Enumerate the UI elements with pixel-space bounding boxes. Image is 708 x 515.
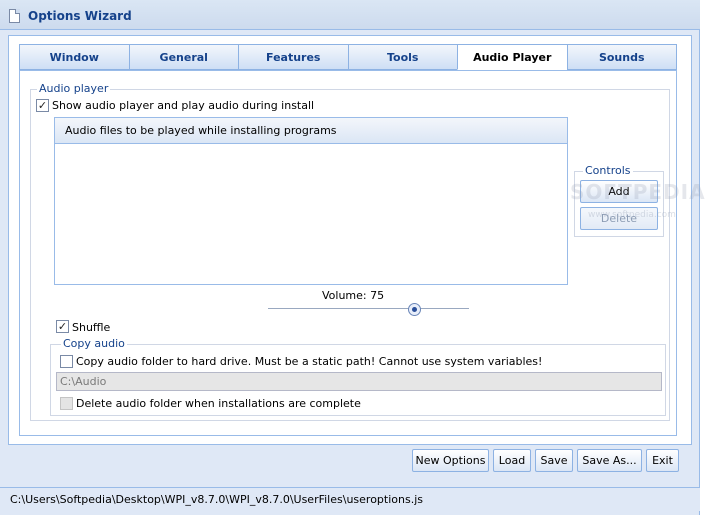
status-path: C:\Users\Softpedia\Desktop\WPI_v8.7.0\WP… — [10, 493, 423, 506]
audio-files-list-header: Audio files to be played while installin… — [55, 118, 567, 144]
tab-tools[interactable]: Tools — [347, 44, 457, 70]
tab-sounds[interactable]: Sounds — [566, 44, 677, 70]
delete-button[interactable]: Delete — [580, 207, 658, 230]
document-icon — [9, 9, 20, 23]
audio-path-input[interactable]: C:\Audio — [56, 372, 662, 391]
save-button[interactable]: Save — [535, 449, 573, 472]
new-options-button[interactable]: New Options — [412, 449, 489, 472]
audio-files-list[interactable]: Audio files to be played while installin… — [54, 117, 568, 285]
tab-window[interactable]: Window — [19, 44, 129, 70]
load-button[interactable]: Load — [493, 449, 531, 472]
volume-slider-track[interactable] — [268, 308, 469, 309]
shuffle-label: Shuffle — [72, 321, 111, 334]
exit-button[interactable]: Exit — [646, 449, 679, 472]
tab-strip: Window General Features Tools Audio Play… — [19, 44, 677, 70]
volume-label: Volume: 75 — [322, 289, 385, 302]
show-player-label: Show audio player and play audio during … — [52, 99, 315, 112]
controls-legend: Controls — [583, 164, 633, 177]
volume-slider-thumb[interactable] — [408, 303, 421, 316]
add-button[interactable]: Add — [580, 180, 658, 203]
show-player-checkbox[interactable]: ✓ — [36, 99, 49, 112]
copy-audio-label: Copy audio folder to hard drive. Must be… — [76, 355, 543, 368]
tab-general[interactable]: General — [128, 44, 238, 70]
tab-audio-player[interactable]: Audio Player — [457, 44, 567, 70]
copy-audio-legend: Copy audio — [61, 337, 127, 350]
status-bar: C:\Users\Softpedia\Desktop\WPI_v8.7.0\WP… — [0, 487, 700, 511]
title-bar: Options Wizard — [0, 0, 700, 30]
options-wizard-window: Options Wizard Window General Features T… — [0, 0, 705, 515]
copy-audio-checkbox[interactable] — [60, 355, 73, 368]
audio-player-legend: Audio player — [37, 82, 111, 95]
delete-audio-folder-checkbox[interactable] — [60, 397, 73, 410]
window-title: Options Wizard — [28, 9, 132, 23]
save-as-button[interactable]: Save As... — [577, 449, 642, 472]
shuffle-checkbox[interactable]: ✓ — [56, 320, 69, 333]
tab-features[interactable]: Features — [238, 44, 348, 70]
delete-audio-folder-label: Delete audio folder when installations a… — [76, 397, 361, 410]
